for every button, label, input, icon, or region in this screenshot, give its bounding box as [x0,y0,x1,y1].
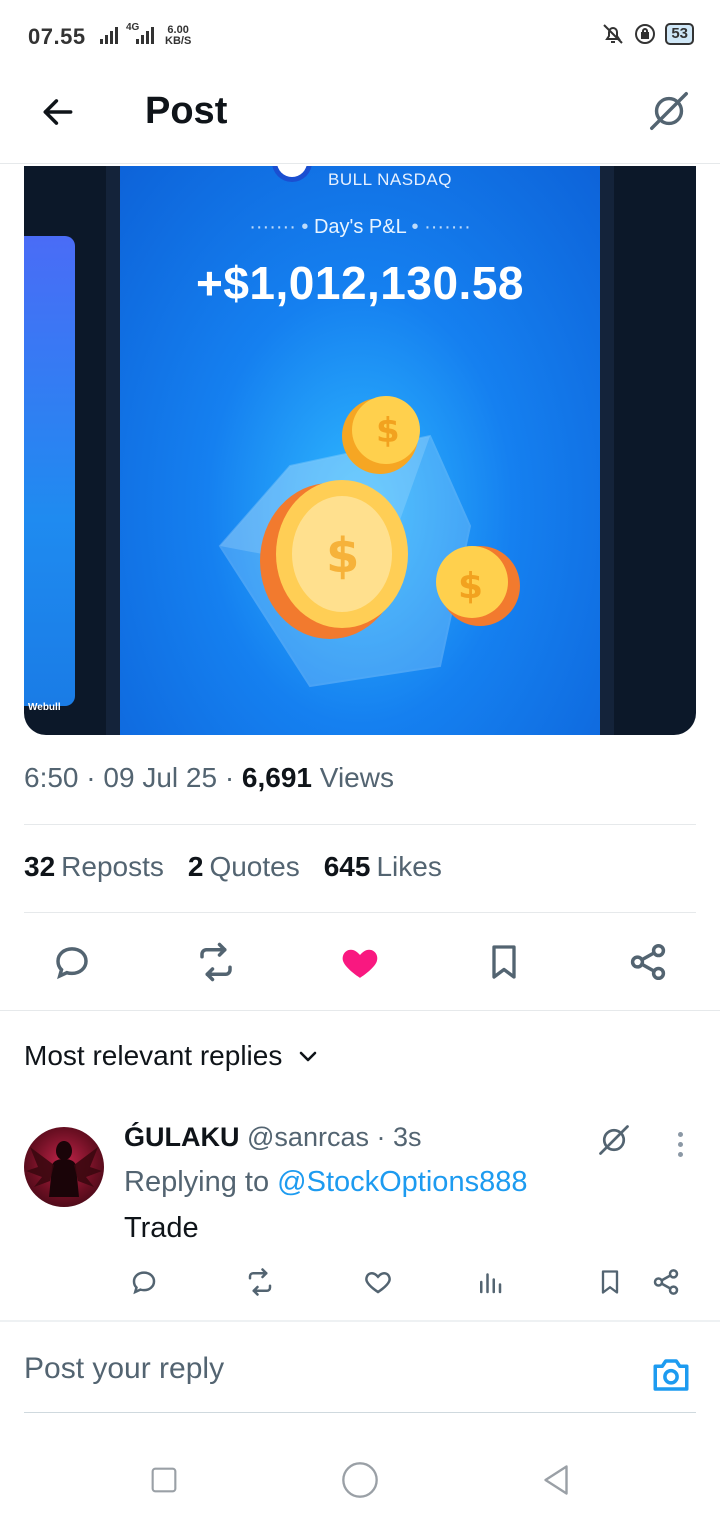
triangle-back-icon [544,1465,568,1495]
dot-icon [677,1141,683,1147]
grok-icon [599,1125,629,1155]
media-side-card [24,236,75,706]
reply-display-name: ǴULAKU [124,1122,240,1152]
repost-icon [200,942,232,982]
back-nav-button[interactable] [528,1452,584,1508]
avatar-image [26,1141,102,1197]
repost-icon [248,1268,272,1296]
divider [0,1320,720,1322]
views-count[interactable]: 6,691 [242,762,312,793]
share-icon [653,1269,679,1295]
reply-repost-button[interactable] [240,1262,280,1302]
signal-icon [100,26,118,44]
reply-like-button[interactable] [358,1262,398,1302]
reply-views-button[interactable] [470,1262,510,1302]
status-right: 53 [601,22,694,46]
signal-icon-2 [136,26,154,44]
quotes-stat[interactable]: 2 Quotes [188,851,300,883]
home-button[interactable] [332,1452,388,1508]
media-phone-edge-right [600,166,614,735]
post-stats: 32 Reposts 2 Quotes 645 Likes [24,851,442,883]
dot-icon [677,1131,683,1137]
reply-reply-button[interactable] [124,1262,164,1302]
recents-button[interactable] [136,1452,192,1508]
analytics-icon [480,1273,502,1294]
reply-time: · 3s [376,1122,422,1152]
reply-bookmark-button[interactable] [590,1262,630,1302]
replies-sort-dropdown[interactable]: Most relevant replies [24,1040,320,1072]
post-date: 09 Jul 25 [103,762,218,793]
share-icon [630,943,666,981]
heart-icon [365,1271,391,1294]
arrow-left-icon [43,99,73,125]
reposts-stat[interactable]: 32 Reposts [24,851,164,883]
chevron-down-icon [300,1051,317,1062]
post-time: 6:50 [24,762,79,793]
svg-text:$: $ [326,528,359,584]
bookmark-icon [601,1270,619,1294]
bell-off-icon [603,24,624,44]
grok-icon [650,92,688,130]
status-time: 07.55 [28,24,86,49]
replying-to: Replying to @StockOptions888 [124,1166,528,1198]
post-meta: 6:50 · 09 Jul 25 · 6,691 Views [24,762,394,793]
reply-share-button[interactable] [646,1262,686,1302]
media-pnl-label: ······· • Day's P&L • ······· [249,216,471,238]
reply-input[interactable]: Post your reply [24,1352,224,1386]
reply-text: Trade [124,1212,199,1244]
media-pnl-value: +$1,012,130.58 [195,257,525,309]
mention-link[interactable]: @StockOptions888 [277,1166,527,1198]
circle-icon [342,1462,378,1498]
like-button[interactable] [330,932,390,992]
reply-icon [56,947,88,980]
share-button[interactable] [618,932,678,992]
media-phone-edge [106,166,120,735]
camera-icon [653,1359,689,1391]
divider [24,912,696,913]
avatar[interactable] [24,1127,104,1207]
reply-handle: @sanrcas [247,1122,369,1152]
back-button[interactable] [34,88,82,136]
divider [24,1412,696,1413]
divider [24,824,696,825]
system-navigation-bar [0,1440,720,1520]
grok-button[interactable] [644,86,694,136]
rotation-lock-icon [635,24,656,44]
like-icon [342,949,378,978]
reply-icon [132,1271,156,1295]
reply-action-bar [124,1262,696,1304]
bookmark-button[interactable] [474,932,534,992]
reply-author[interactable]: ǴULAKU @sanrcas · 3s [124,1122,422,1153]
more-options-button[interactable] [668,1124,692,1164]
likes-stat[interactable]: 645 Likes [324,851,442,883]
broker-logo [272,166,312,182]
svg-text:$: $ [376,411,400,451]
coins-illustration: $ $ $ [218,396,520,688]
square-icon [151,1467,177,1493]
network-speed: 6.00 KB/S [165,24,192,47]
media-phone-screen: BULL NASDAQ ······· • Day's P&L • ······… [120,166,600,735]
page-title: Post [145,90,228,132]
repost-button[interactable] [186,932,246,992]
battery-level: 53 [665,23,694,45]
post-action-bar [24,932,696,994]
svg-text:$: $ [458,566,483,607]
divider [0,1010,720,1011]
top-app-bar: Post [0,76,720,164]
views-label: Views [319,762,394,793]
reply-button[interactable] [42,932,102,992]
bookmark-icon [492,945,516,979]
reply-grok-button[interactable] [594,1120,634,1160]
post-image[interactable]: Webull BULL NASDAQ ······· • Day's P&L •… [24,166,696,735]
camera-button[interactable] [648,1352,694,1398]
dot-icon [677,1151,683,1157]
replies-sort-label: Most relevant replies [24,1040,283,1071]
media-brand-label: Webull [28,702,61,713]
status-bar: 07.55 4G 6.00 KB/S 53 [0,0,720,76]
media-account-label: BULL NASDAQ [328,170,452,189]
